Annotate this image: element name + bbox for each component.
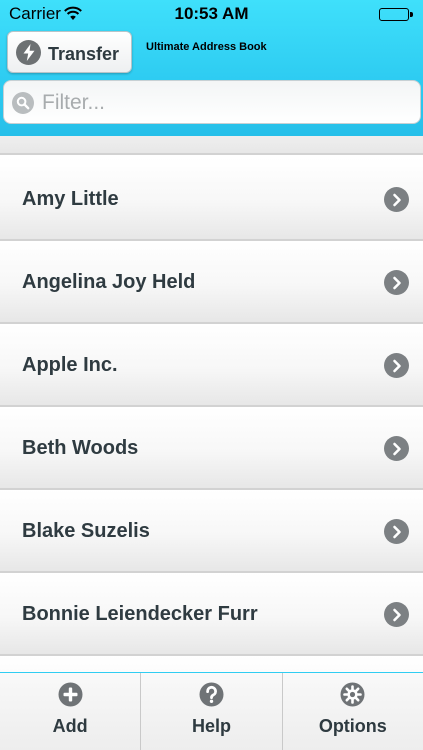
contact-name: Beth Woods: [22, 437, 139, 459]
chevron-right-icon[interactable]: [384, 602, 409, 627]
help-tab-button[interactable]: Help: [140, 673, 281, 750]
contact-row[interactable]: Beth Woods: [0, 407, 423, 490]
contact-list[interactable]: Amy Little Angelina Joy Held Apple Inc. …: [0, 136, 423, 672]
lightning-bolt-icon: [16, 40, 41, 65]
question-circle-icon: [199, 682, 224, 707]
contact-row[interactable]: Apple Inc.: [0, 324, 423, 407]
bottom-tab-bar: Add Help Options: [0, 672, 423, 750]
plus-circle-icon: [58, 682, 83, 707]
clock: 10:53 AM: [174, 4, 249, 23]
chevron-right-icon[interactable]: [384, 270, 409, 295]
contact-name: Angelina Joy Held: [22, 271, 196, 293]
chevron-right-icon[interactable]: [384, 519, 409, 544]
add-tab-button[interactable]: Add: [0, 673, 140, 750]
contact-name: Bonnie Leiendecker Furr: [22, 603, 258, 625]
add-tab-label: Add: [52, 716, 88, 736]
contact-name: Blake Suzelis: [22, 520, 150, 542]
options-tab-label: Options: [318, 716, 387, 736]
transfer-button-label: Transfer: [48, 44, 120, 64]
contact-row[interactable]: [0, 656, 423, 672]
chevron-right-icon[interactable]: [384, 353, 409, 378]
contact-row[interactable]: Bonnie Leiendecker Furr: [0, 573, 423, 656]
transfer-button[interactable]: Transfer: [7, 31, 132, 73]
filter-bar[interactable]: [3, 80, 421, 124]
contact-row[interactable]: [0, 136, 423, 155]
options-tab-button[interactable]: Options: [281, 673, 423, 750]
search-icon: [12, 92, 34, 114]
contact-name: Amy Little: [22, 188, 119, 210]
app-title: Ultimate Address Book: [146, 41, 267, 53]
contact-row[interactable]: Angelina Joy Held: [0, 241, 423, 324]
gear-icon: [340, 682, 365, 707]
contact-row[interactable]: Blake Suzelis: [0, 490, 423, 573]
contact-name: Apple Inc.: [22, 354, 118, 376]
app-screen: Carrier 10:53 AM Transfer Ultimate Addre…: [0, 0, 423, 750]
battery-icon: [379, 8, 413, 21]
status-bar: Carrier 10:53 AM: [0, 0, 423, 28]
contact-row[interactable]: Amy Little: [0, 158, 423, 241]
header: Carrier 10:53 AM Transfer Ultimate Addre…: [0, 0, 423, 136]
help-tab-label: Help: [191, 716, 231, 736]
chevron-right-icon[interactable]: [384, 436, 409, 461]
filter-input[interactable]: [42, 89, 402, 117]
chevron-right-icon[interactable]: [384, 187, 409, 212]
